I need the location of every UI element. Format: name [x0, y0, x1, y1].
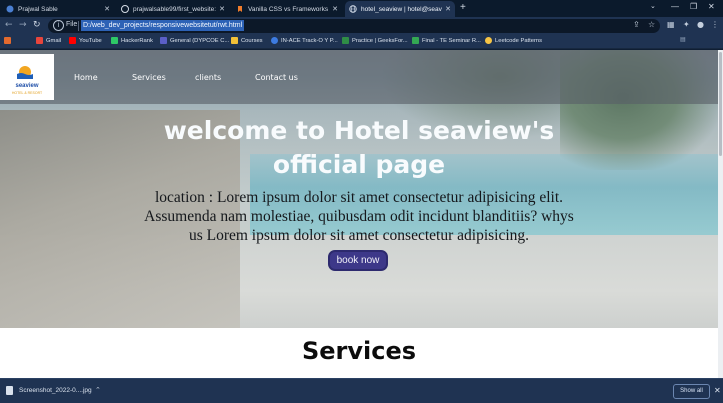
teams-icon: [160, 37, 167, 44]
tab-search-icon[interactable]: ⌄: [650, 2, 656, 10]
restore-button[interactable]: ❐: [690, 2, 697, 11]
info-icon[interactable]: i: [53, 20, 64, 31]
tab-close-icon[interactable]: ✕: [104, 5, 110, 13]
reading-list-icon[interactable]: ▤: [680, 37, 685, 43]
page-viewport: seaview HOTEL & RESORT Home Services cli…: [0, 50, 718, 378]
star-icon[interactable]: ☆: [648, 20, 655, 29]
bookmark-courses[interactable]: Courses: [231, 37, 263, 44]
nav-home[interactable]: Home: [74, 73, 98, 82]
bookmark-leetcode-patterns[interactable]: Leetcode Patterns: [485, 37, 542, 44]
tab-github-repo[interactable]: prajwalsable99/first_website: my ✕: [117, 1, 229, 17]
minimize-button[interactable]: —: [671, 2, 679, 11]
github-icon: [121, 5, 129, 13]
in-ace-icon: [271, 37, 278, 44]
bookmark-icon: [236, 5, 244, 13]
download-filename[interactable]: Screenshot_2022-0....jpg: [19, 387, 92, 394]
profile-avatar-icon[interactable]: ●: [697, 20, 704, 29]
bookmark-youtube[interactable]: YouTube: [69, 37, 102, 44]
tab-vanilla-css[interactable]: Vanilla CSS vs Frameworks ✕: [232, 1, 342, 17]
leetcode-icon: [485, 37, 492, 44]
logo-tagline: HOTEL & RESORT: [11, 91, 43, 95]
bookmark-geeksforgeeks[interactable]: Practice | GeeksFor...: [342, 37, 408, 44]
bookmark-te-seminar[interactable]: Final - TE Seminar R...: [412, 37, 481, 44]
tab-prajwal-sable[interactable]: Prajwal Sable ✕: [2, 1, 114, 17]
forward-arrow-icon[interactable]: →: [19, 20, 27, 30]
hero-section: seaview HOTEL & RESORT Home Services cli…: [0, 50, 718, 328]
nav-services[interactable]: Services: [132, 73, 166, 82]
sun-logo-icon: [17, 66, 33, 79]
address-separator: [78, 21, 79, 31]
tab-close-icon[interactable]: ✕: [219, 5, 225, 13]
extension-square-icon[interactable]: ▦: [667, 20, 675, 29]
puzzle-icon[interactable]: ✦: [683, 20, 690, 29]
reload-icon[interactable]: ↻: [33, 20, 41, 30]
hero-title: welcome to Hotel seaview's official page: [163, 116, 555, 179]
bookmark-general-dypcoe[interactable]: General (DYPCOE C...: [160, 37, 229, 44]
nav-contact[interactable]: Contact us: [255, 73, 298, 82]
bookmark-in-ace[interactable]: IN-ACE Track-O Y P...: [271, 37, 338, 44]
bookmark-gmail[interactable]: Gmail: [36, 37, 61, 44]
youtube-icon: [69, 37, 76, 44]
site-logo[interactable]: seaview HOTEL & RESORT: [0, 54, 54, 100]
globe-icon: [349, 5, 357, 13]
drive-icon: [412, 37, 419, 44]
scrollbar-thumb[interactable]: [719, 52, 722, 156]
new-tab-button[interactable]: +: [460, 2, 466, 13]
download-shelf: [0, 378, 723, 403]
hackerrank-icon: [111, 37, 118, 44]
chevron-up-icon[interactable]: ⌃: [95, 386, 101, 394]
address-url[interactable]: D:/web_dev_projects/responsivewebsitetut…: [81, 20, 245, 31]
book-now-button[interactable]: book now: [328, 250, 388, 271]
apps-grid-icon[interactable]: [4, 37, 14, 44]
close-download-shelf-button[interactable]: ✕: [714, 386, 721, 395]
hero-description: location : Lorem ipsum dolor sit amet co…: [144, 189, 574, 244]
tab-label: prajwalsable99/first_website: my: [133, 5, 217, 13]
services-heading: Services: [301, 337, 417, 365]
site-navbar: [0, 50, 718, 104]
tab-close-icon[interactable]: ✕: [332, 5, 338, 13]
tab-label: Prajwal Sable: [18, 5, 58, 13]
logo-name: seaview: [15, 83, 39, 89]
close-window-button[interactable]: ✕: [708, 2, 715, 11]
geeksforgeeks-icon: [342, 37, 349, 44]
tab-hotel-seaview[interactable]: hotel_seaview | hotel@seaview.cc ✕: [345, 1, 455, 17]
tab-label: Vanilla CSS vs Frameworks: [248, 5, 329, 13]
share-icon[interactable]: ⇪: [633, 20, 640, 29]
tab-close-icon[interactable]: ✕: [445, 5, 451, 13]
back-arrow-icon[interactable]: ←: [5, 20, 13, 30]
tab-label: hotel_seaview | hotel@seaview.cc: [361, 5, 442, 13]
show-all-button[interactable]: Show all: [673, 384, 710, 399]
profile-icon: [6, 5, 14, 13]
nav-clients[interactable]: clients: [195, 73, 221, 82]
bookmark-hackerrank[interactable]: HackerRank: [111, 37, 153, 44]
scheme-label: File: [66, 21, 78, 28]
gmail-icon: [36, 37, 43, 44]
file-icon: [6, 386, 13, 395]
courses-icon: [231, 37, 238, 44]
menu-icon[interactable]: ⋮: [711, 20, 719, 29]
